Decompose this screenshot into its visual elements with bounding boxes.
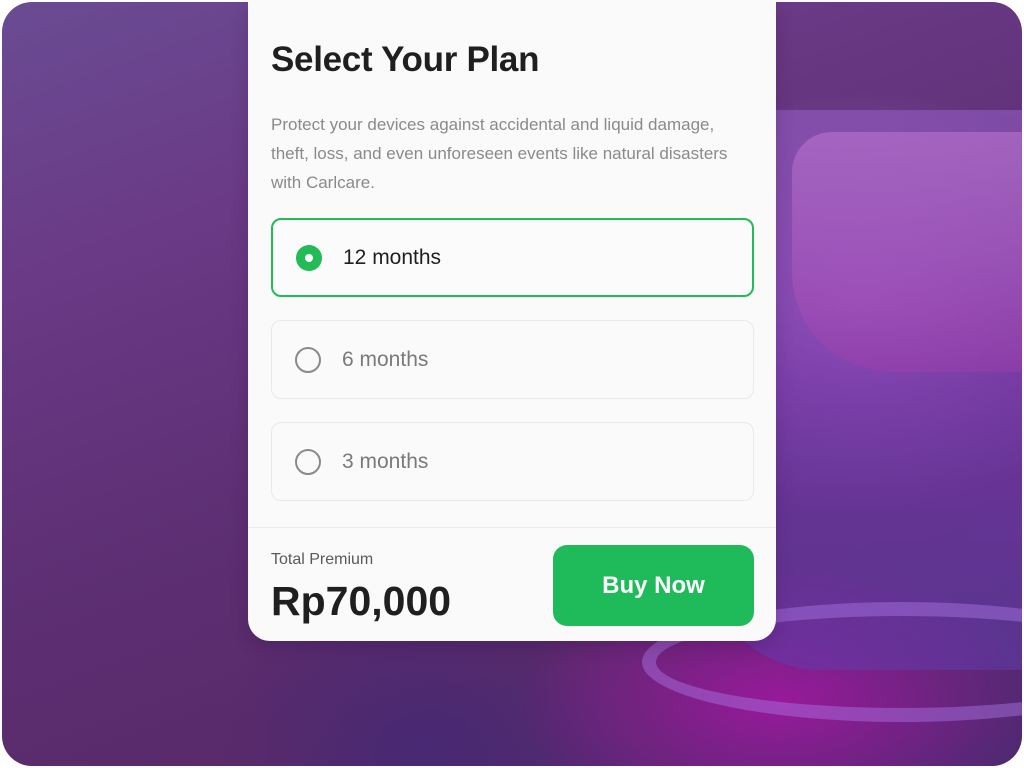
radio-selected-icon[interactable] — [296, 244, 322, 271]
plan-option-3-months[interactable]: 3 months — [271, 422, 754, 501]
plan-option-label: 3 months — [342, 449, 429, 473]
plan-option-label: 6 months — [342, 347, 429, 371]
total-premium-label: Total Premium — [271, 551, 374, 568]
footer-divider — [248, 527, 776, 528]
page-title: Select Your Plan — [271, 40, 540, 79]
plan-option-label: 12 months — [343, 245, 442, 269]
plan-option-12-months[interactable]: 12 months — [271, 218, 754, 297]
plan-description: Protect your devices against accidental … — [271, 115, 728, 192]
radio-unselected-icon[interactable] — [295, 448, 321, 475]
plan-card: Select Your Plan Protect your devices ag… — [248, 0, 776, 641]
decorative-glass-highlight — [792, 132, 1022, 372]
buy-now-button[interactable]: Buy Now — [553, 545, 754, 626]
plan-option-6-months[interactable]: 6 months — [271, 320, 754, 399]
total-premium-value: Rp70,000 — [271, 578, 452, 624]
radio-unselected-icon[interactable] — [295, 346, 321, 373]
